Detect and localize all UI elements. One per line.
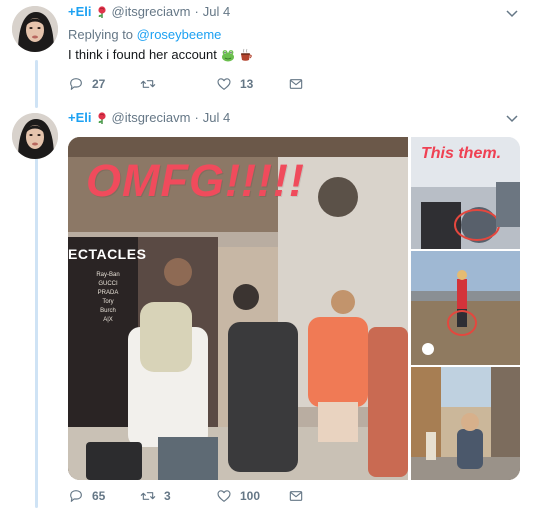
reply-icon [70, 78, 82, 90]
mention-link[interactable]: @roseybeeme [137, 27, 222, 42]
user-handle[interactable]: @itsgreciavm [112, 110, 191, 125]
like-button[interactable]: 13 [216, 76, 288, 92]
separator-dot: · [194, 4, 199, 19]
reply-count: 27 [92, 77, 106, 91]
overlay-text: OMFG!!!!! [86, 155, 305, 206]
heart-icon [217, 490, 231, 502]
envelope-icon [289, 491, 303, 501]
chevron-down-icon[interactable] [506, 111, 518, 123]
tweet-header: +Eli @itsgreciavm · Jul 4 [68, 4, 230, 19]
reply-count: 65 [92, 489, 106, 503]
media-photo[interactable]: This them. [411, 137, 520, 249]
user-handle[interactable]: @itsgreciavm [112, 4, 191, 19]
store-brand: GUCCI [98, 281, 118, 287]
store-brand: Tory Burch [100, 299, 116, 314]
store-brand: A|X [103, 317, 113, 323]
direct-message-button[interactable] [288, 76, 304, 92]
rose-icon [96, 5, 108, 19]
tweet-text: I think i found her account [68, 47, 253, 62]
tweet[interactable]: +Eli @itsgreciavm · Jul 4 OMFG!!!!! ECTA… [0, 105, 536, 508]
tweet-body: I think i found her account [68, 47, 217, 62]
avatar[interactable] [12, 6, 58, 52]
store-brand: PRADA [97, 290, 119, 296]
overlay-text: This them. [421, 145, 502, 162]
like-count: 100 [240, 489, 261, 503]
retweet-button[interactable] [140, 76, 216, 92]
store-sign: ECTACLES [68, 246, 147, 262]
display-name[interactable]: +Eli [68, 4, 92, 19]
tweet-date[interactable]: Jul 4 [203, 110, 230, 125]
envelope-icon [289, 79, 303, 89]
retweet-icon [140, 492, 156, 500]
store-brand-list: Ray-Ban GUCCI PRADA Tory Burch A|X [96, 271, 120, 325]
tweet-date[interactable]: Jul 4 [203, 4, 230, 19]
reply-button[interactable]: 27 [68, 76, 140, 92]
retweet-button[interactable]: 3 [140, 488, 216, 504]
like-button[interactable]: 100 [216, 488, 288, 504]
direct-message-button[interactable] [288, 488, 304, 504]
media-grid: OMFG!!!!! ECTACLES Ray-Ban GUCCI PRADA T… [68, 137, 520, 480]
media-photo-main[interactable]: OMFG!!!!! ECTACLES Ray-Ban GUCCI PRADA T… [68, 137, 408, 480]
tweet-actions: 27 13 [68, 76, 304, 92]
heart-icon [217, 78, 231, 90]
tweet-actions: 65 3 100 [68, 488, 304, 504]
hot-beverage-icon [239, 48, 253, 62]
store-brand: Ray-Ban [96, 272, 120, 278]
display-name[interactable]: +Eli [68, 110, 92, 125]
tweet-header: +Eli @itsgreciavm · Jul 4 [68, 110, 230, 125]
replying-to: Replying to @roseybeeme [68, 27, 221, 42]
tweet[interactable]: +Eli @itsgreciavm · Jul 4 Replying to @r… [0, 0, 536, 100]
retweet-icon [140, 80, 156, 88]
chevron-down-icon[interactable] [506, 6, 518, 18]
rose-icon [96, 111, 108, 125]
media-photo[interactable] [411, 251, 520, 365]
separator-dot: · [194, 110, 199, 125]
reply-icon [70, 490, 82, 502]
retweet-count: 3 [164, 489, 171, 503]
frog-icon [221, 48, 235, 62]
replying-prefix: Replying to [68, 27, 134, 42]
like-count: 13 [240, 77, 254, 91]
media-photo[interactable] [411, 367, 520, 480]
reply-button[interactable]: 65 [68, 488, 140, 504]
avatar[interactable] [12, 113, 58, 159]
